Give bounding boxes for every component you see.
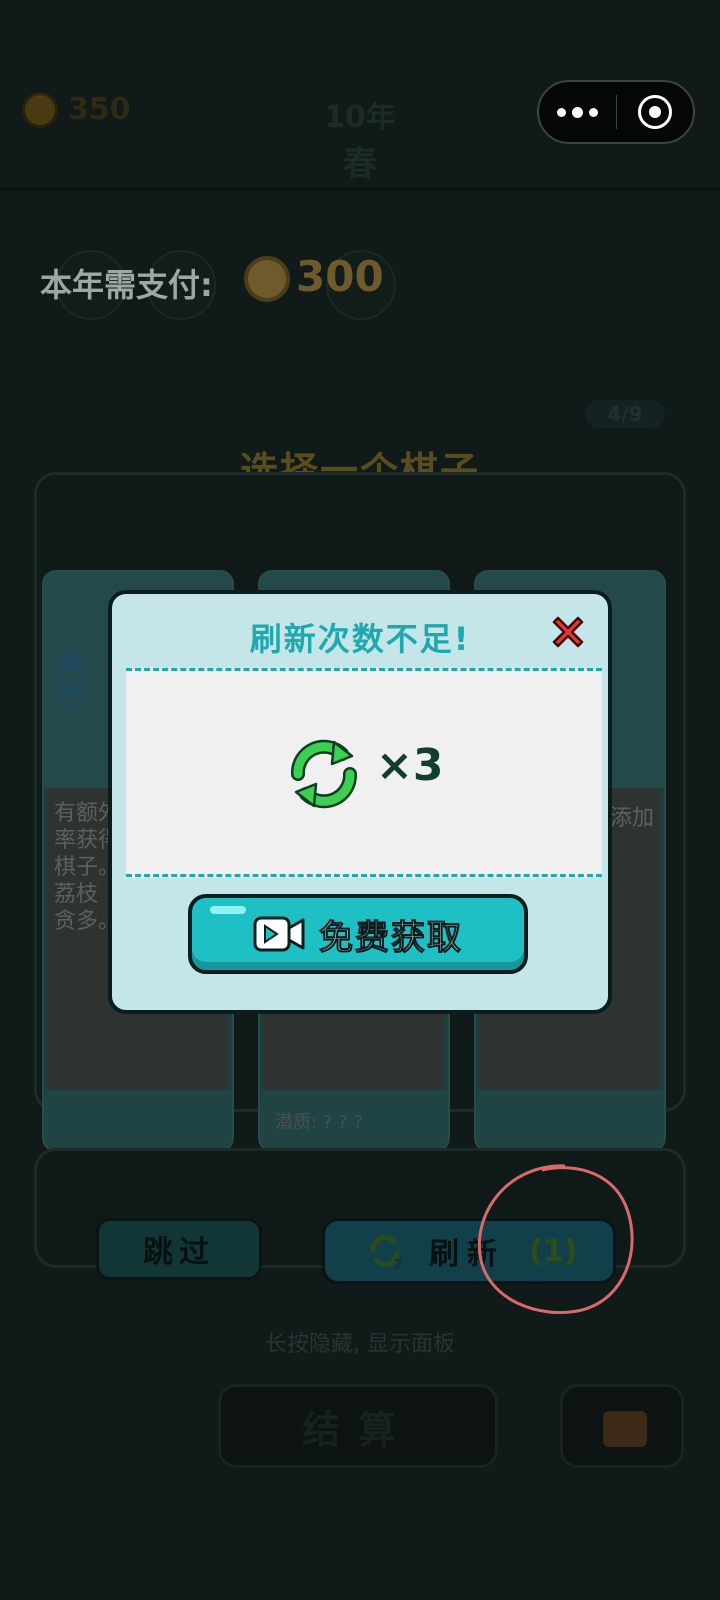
payment-amount: 300: [296, 252, 384, 301]
free-get-button[interactable]: 免费获取: [188, 894, 528, 974]
refresh-arrows-icon: 2: [370, 1235, 403, 1271]
close-x-icon[interactable]: [546, 610, 590, 654]
video-camera-icon: [253, 916, 305, 952]
insufficient-refresh-modal: 刷新次数不足! ×3 免费获取: [108, 590, 612, 1014]
rarity-tag: 稀有: [58, 650, 84, 708]
progress-badge: 4/9: [585, 400, 665, 428]
card-right-description: 添加: [610, 806, 655, 831]
reward-multiplier: ×3: [376, 740, 444, 791]
heart-coin-icon: [244, 256, 290, 302]
more-icon[interactable]: [539, 82, 616, 142]
payment-label: 本年需支付:: [40, 266, 213, 304]
annotation-circle: [477, 1164, 634, 1315]
reward-box: ×3: [126, 668, 602, 878]
dashed-divider: [126, 874, 602, 877]
free-get-label: 免费获取: [319, 917, 463, 958]
refresh-arrows-icon: [291, 739, 357, 809]
hint-text: 长按隐藏, 显示面板: [265, 1332, 455, 1357]
button-shine: [210, 906, 246, 914]
skip-button[interactable]: 跳过: [96, 1218, 262, 1280]
refresh-badge: 2: [393, 1257, 403, 1271]
settle-button[interactable]: 结算: [218, 1384, 498, 1468]
target-close-icon[interactable]: [617, 82, 694, 142]
dashed-divider: [126, 668, 602, 671]
briefcase-icon[interactable]: [560, 1384, 684, 1468]
header-divider: [0, 188, 720, 190]
card-potential: 潜质: ? ? ?: [275, 1112, 363, 1133]
miniprogram-capsule: [537, 80, 695, 144]
modal-title: 刷新次数不足!: [249, 620, 471, 658]
